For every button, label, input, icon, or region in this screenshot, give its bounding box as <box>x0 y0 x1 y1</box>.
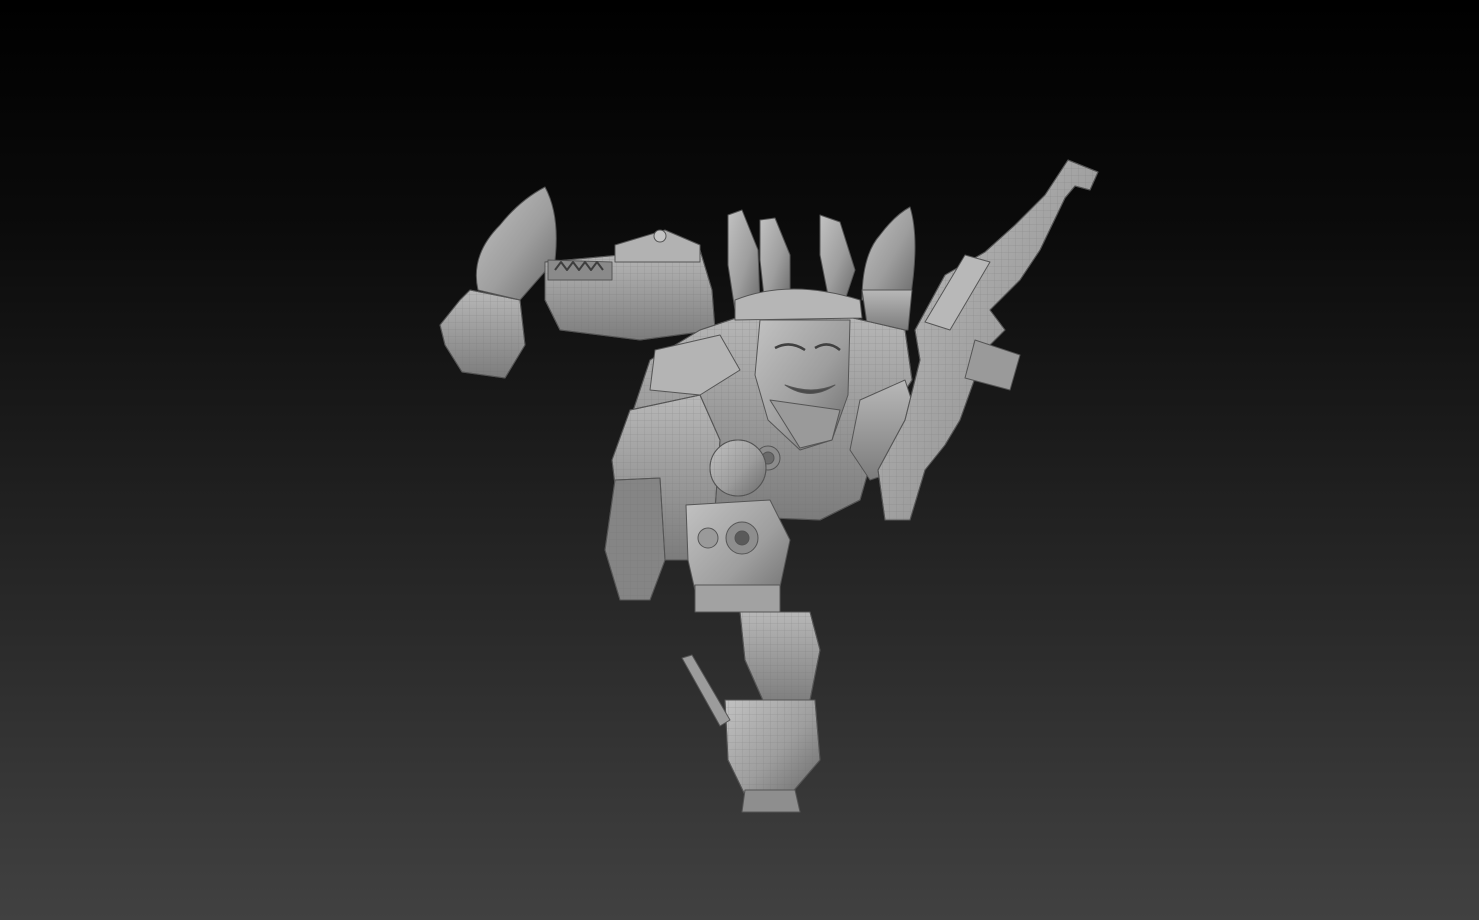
left-rocket <box>439 186 557 379</box>
backpack <box>544 229 716 341</box>
hip-gear <box>604 477 666 601</box>
sculpted-figure <box>439 159 1099 813</box>
legs <box>681 611 821 813</box>
sculpt-viewport[interactable] <box>0 0 1479 920</box>
right-rocket <box>861 206 916 331</box>
model-render <box>439 159 1099 813</box>
